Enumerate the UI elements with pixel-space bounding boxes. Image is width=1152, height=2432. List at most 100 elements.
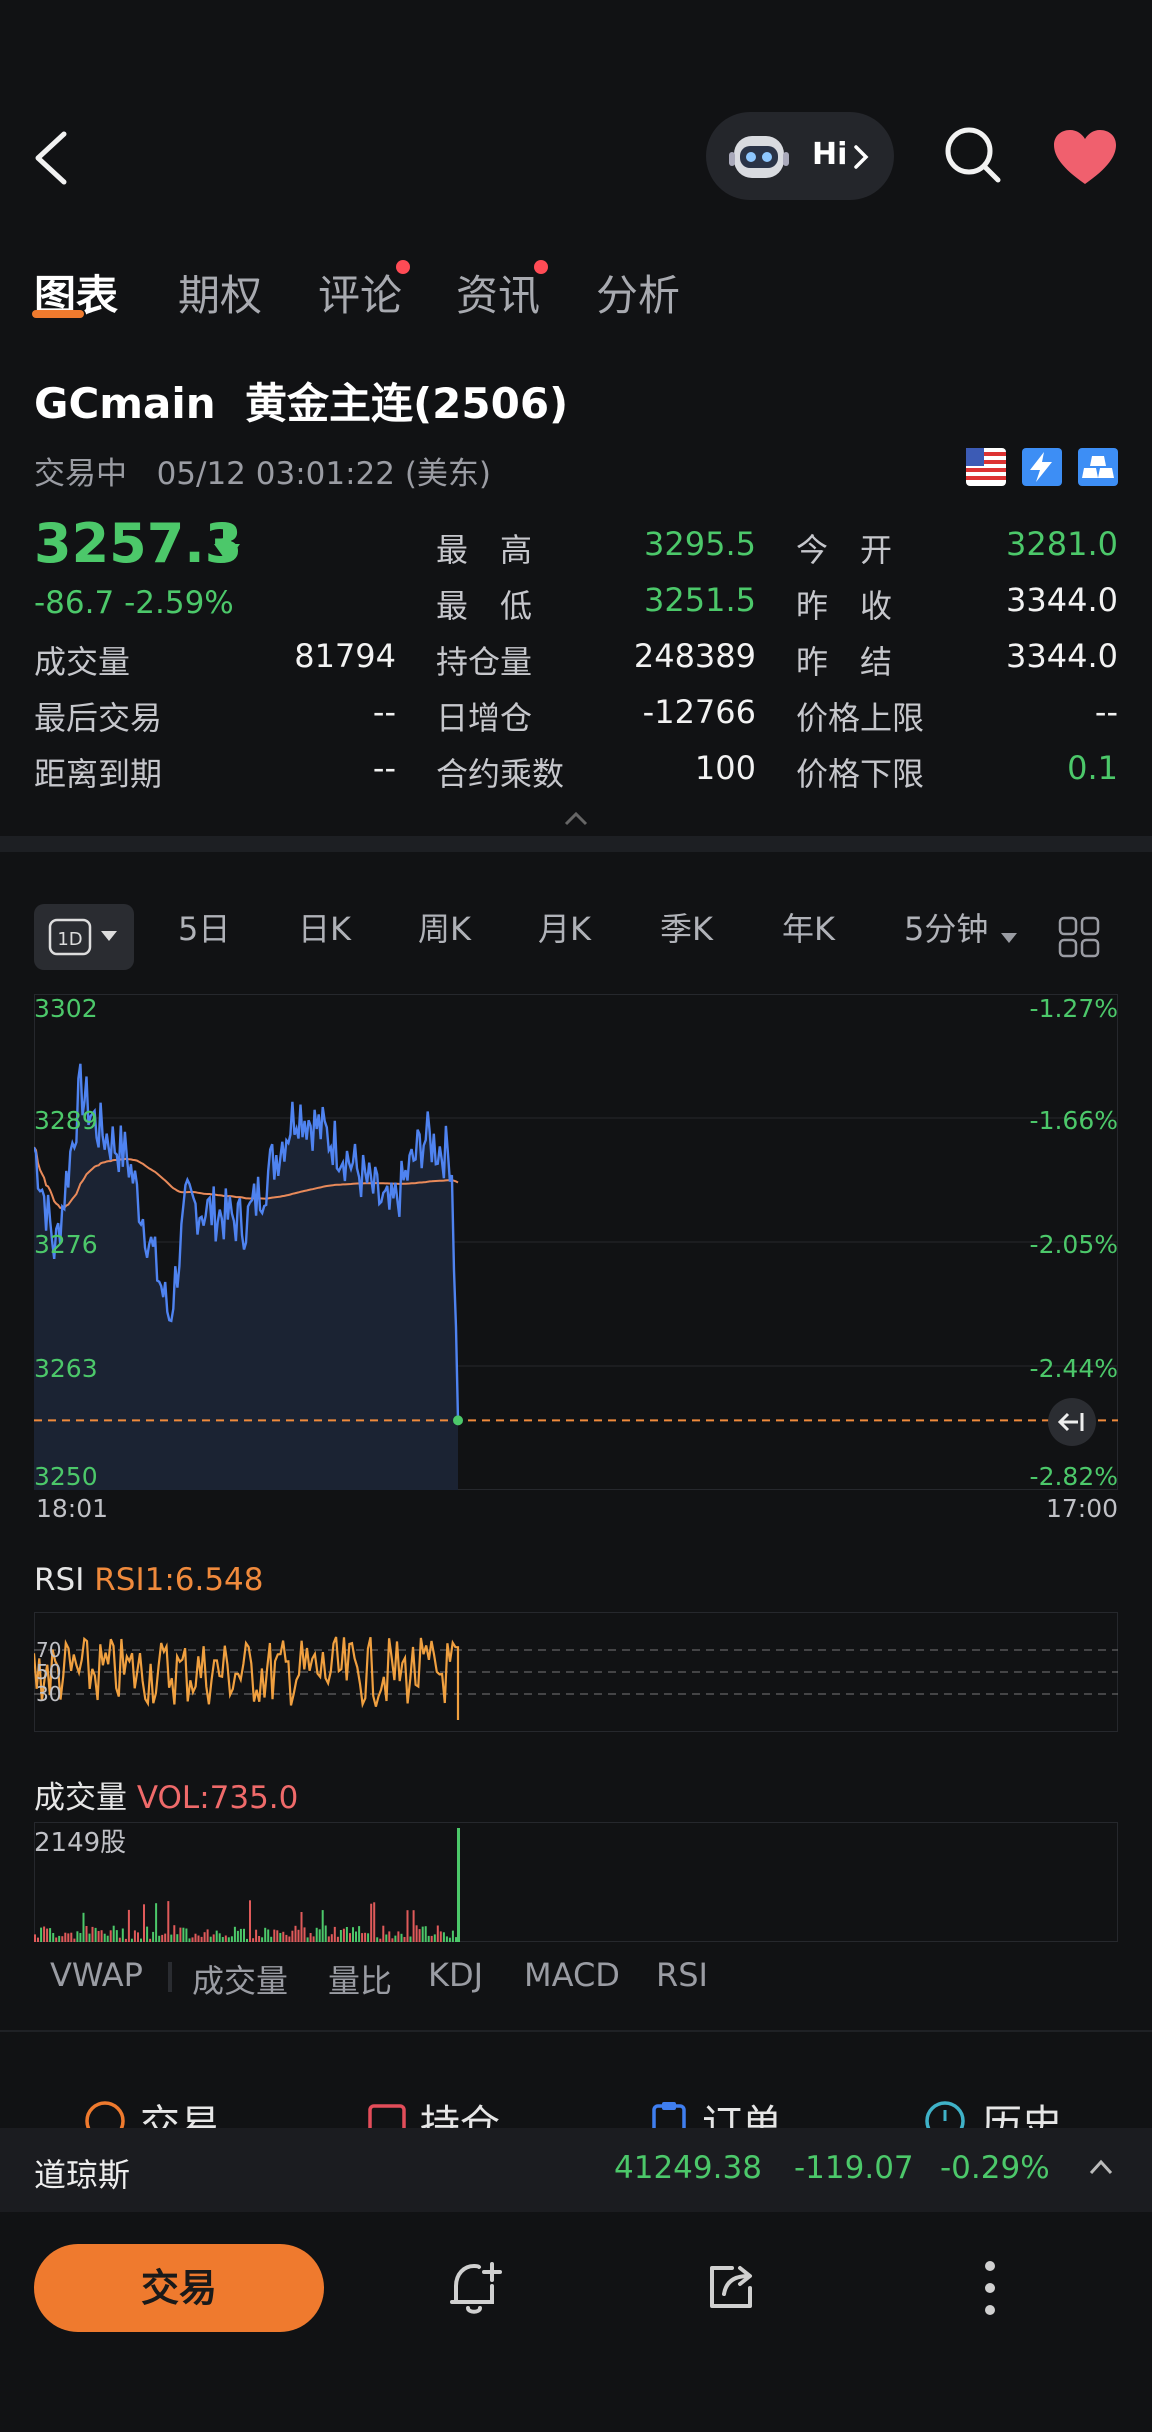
y-tick-3289: 3289 — [34, 1106, 98, 1135]
volume-bar — [176, 1934, 179, 1942]
action-history[interactable]: 历史 — [982, 2092, 1062, 2132]
range-tab-weekly-k[interactable]: 周K — [418, 904, 471, 950]
section-divider — [0, 836, 1152, 852]
volume-bar — [415, 1925, 418, 1942]
y-tick-3250: 3250 — [34, 1462, 98, 1491]
low-label: 最 低 — [436, 587, 533, 625]
oi-change-value: -12766 — [642, 693, 756, 731]
robot-avatar-icon — [729, 136, 789, 178]
range-tab-5min[interactable]: 5分钟 — [904, 904, 988, 950]
volume-bar — [388, 1931, 391, 1942]
volume-bar — [152, 1931, 155, 1942]
volume-bar — [258, 1936, 261, 1942]
range-tab-quarterly-k[interactable]: 季K — [660, 904, 713, 950]
volume-bar — [97, 1931, 100, 1942]
tab-analysis[interactable]: 分析 — [596, 262, 680, 323]
volume-bar — [397, 1931, 400, 1942]
range-tab-daily-k[interactable]: 日K — [298, 904, 351, 950]
rsi-level-50: 50 — [36, 1660, 62, 1684]
volume-bar — [261, 1937, 264, 1942]
indicator-tab-volume-ratio[interactable]: 量比 — [328, 1956, 392, 2002]
indicator-divider — [0, 2030, 1152, 2032]
expand-up-chevron-icon[interactable] — [1088, 2158, 1114, 2176]
volume-bar — [436, 1925, 439, 1942]
favorite-heart-icon[interactable] — [1052, 128, 1118, 186]
volume-bar — [55, 1937, 58, 1942]
volume-bar — [118, 1937, 121, 1942]
volume-bar — [400, 1933, 403, 1942]
action-positions[interactable]: 持仓 — [420, 2092, 500, 2132]
volume-bar — [306, 1937, 309, 1942]
volume-bar — [88, 1933, 91, 1942]
pct-tick-1: -1.27% — [1029, 994, 1118, 1023]
volume-bar — [358, 1926, 361, 1942]
volume-bar — [76, 1931, 79, 1942]
price-alert-bell-icon[interactable] — [446, 2258, 504, 2318]
index-value: 41249.38 — [614, 2150, 762, 2186]
multiplier-label: 合约乘数 — [436, 755, 565, 793]
volume-bar — [61, 1936, 64, 1942]
volume-bar — [149, 1938, 152, 1942]
volume-bar — [230, 1936, 233, 1942]
volume-bar — [182, 1927, 185, 1942]
share-icon[interactable] — [704, 2260, 758, 2314]
action-trade[interactable]: 交易 — [140, 2092, 220, 2132]
tab-news[interactable]: 资讯 — [456, 262, 540, 323]
volume-bar — [85, 1926, 88, 1942]
volume-bar — [109, 1930, 112, 1942]
price-chart[interactable] — [34, 994, 1118, 1490]
trade-button[interactable]: 交易 — [34, 2244, 324, 2332]
index-change: -119.07 — [794, 2150, 914, 2186]
rsi-line — [34, 1636, 460, 1720]
volume-bar — [291, 1930, 294, 1942]
volume-bar — [421, 1926, 424, 1942]
search-icon[interactable] — [942, 124, 1004, 186]
volume-bar — [430, 1935, 433, 1942]
last-trade-value: -- — [372, 693, 396, 731]
grid-layout-icon[interactable] — [1058, 916, 1100, 958]
comments-unread-dot — [396, 260, 410, 274]
indicator-tab-vwap[interactable]: VWAP — [50, 1956, 143, 1994]
more-options-icon[interactable] — [980, 2258, 1000, 2318]
volume-bar — [355, 1931, 357, 1942]
range-tab-yearly-k[interactable]: 年K — [782, 904, 835, 950]
volume-bar — [373, 1902, 376, 1942]
tab-options[interactable]: 期权 — [178, 262, 262, 323]
tab-comments[interactable]: 评论 — [318, 262, 402, 323]
indicator-tab-kdj[interactable]: KDJ — [428, 1956, 483, 1994]
action-orders[interactable]: 订单 — [702, 2092, 782, 2132]
back-chevron-icon[interactable] — [30, 128, 74, 188]
rsi-name: RSI — [34, 1562, 85, 1598]
trading-status-line: 交易中 05/12 03:01:22 (美东) — [34, 448, 491, 493]
volume-chart[interactable] — [34, 1822, 1118, 1942]
volume-bar — [321, 1910, 324, 1942]
current-price-dot — [453, 1415, 463, 1426]
volume-bar — [312, 1936, 315, 1942]
y-tick-3263: 3263 — [34, 1354, 98, 1383]
volume-bar — [112, 1925, 115, 1942]
volume-bar-latest — [457, 1828, 460, 1942]
indicator-tab-macd[interactable]: MACD — [524, 1956, 620, 1994]
volume-bar — [197, 1935, 200, 1942]
volume-bar — [333, 1926, 336, 1942]
volume-bar — [330, 1934, 333, 1942]
range-tab-5d[interactable]: 5日 — [178, 904, 230, 950]
volume-max-label: 2149股 — [34, 1828, 127, 1858]
indicator-tab-rsi[interactable]: RSI — [656, 1956, 708, 1994]
instrument-symbol: GCmain — [34, 379, 216, 428]
intraday-1d-icon: 1D — [48, 918, 92, 956]
collapse-chevron-icon[interactable] — [562, 810, 590, 828]
volume-bar — [367, 1933, 370, 1942]
range-tab-monthly-k[interactable]: 月K — [538, 904, 591, 950]
volume-bar — [342, 1928, 345, 1942]
rsi-chart[interactable] — [34, 1612, 1118, 1732]
volume-bar — [106, 1935, 109, 1942]
volume-bar — [188, 1938, 191, 1942]
quote-datetime: 05/12 03:01:22 (美东) — [156, 456, 492, 492]
indicator-tab-volume[interactable]: 成交量 — [192, 1956, 288, 2002]
volume-bar — [455, 1937, 457, 1942]
instrument-title: GCmain 黄金主连(2506) — [34, 370, 568, 431]
volume-bar — [49, 1928, 52, 1942]
volume-bar — [236, 1930, 239, 1942]
volume-label: 成交量 — [34, 643, 131, 681]
